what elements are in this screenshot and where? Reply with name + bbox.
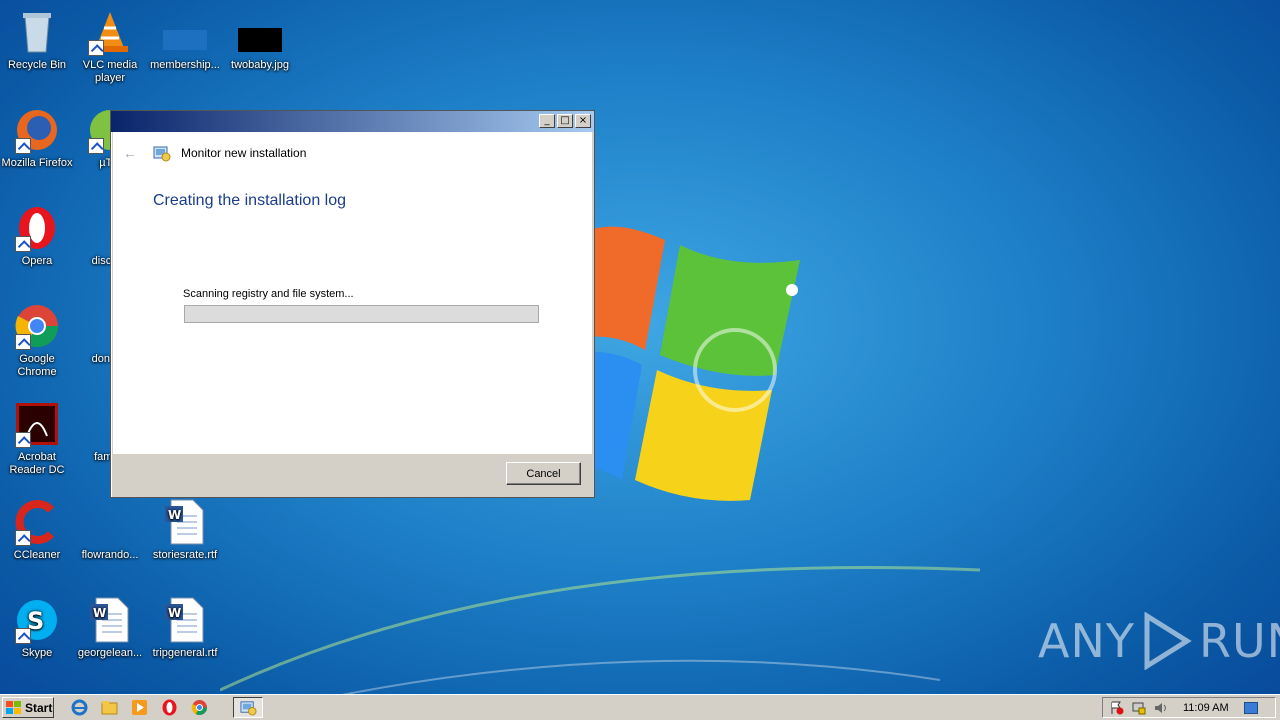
back-arrow-icon[interactable]: ← bbox=[123, 145, 143, 161]
start-label: Start bbox=[25, 700, 53, 715]
desktop-icon-membership[interactable]: membership... bbox=[148, 8, 222, 72]
network-icon[interactable] bbox=[1131, 700, 1147, 716]
maximize-button[interactable]: □ bbox=[557, 114, 573, 128]
desktop-icon-label: storiesrate.rtf bbox=[152, 549, 218, 561]
svg-text:W: W bbox=[168, 508, 181, 522]
internet-explorer-icon bbox=[71, 699, 87, 715]
installation-monitor-icon bbox=[153, 146, 171, 162]
desktop-icon-opera[interactable]: Opera bbox=[0, 204, 74, 268]
monitor-installation-window: _ □ × ← Monitor new installation Creatin… bbox=[110, 110, 595, 498]
word-document-icon: W bbox=[165, 499, 204, 545]
quicklaunch-explorer[interactable] bbox=[100, 698, 118, 716]
watermark-left: ANY bbox=[1038, 614, 1135, 668]
windows-flag-icon bbox=[6, 700, 21, 714]
anyrun-watermark: ANY RUN bbox=[1038, 612, 1280, 670]
wizard-title: Monitor new installation bbox=[181, 146, 307, 160]
desktop-icon-label: Skype bbox=[21, 647, 53, 659]
word-document-icon: W bbox=[165, 597, 204, 643]
quick-launch bbox=[70, 698, 208, 716]
chrome-icon bbox=[191, 699, 207, 715]
window-titlebar[interactable]: _ □ × bbox=[111, 111, 594, 132]
desktop-icon-chrome[interactable]: Google Chrome bbox=[0, 302, 74, 379]
desktop-icon-label: VLC media player bbox=[82, 59, 138, 84]
file-thumbnail-icon bbox=[163, 30, 207, 50]
wizard-content: ← Monitor new installation Creating the … bbox=[113, 132, 592, 454]
desktop-icon-vlc[interactable]: VLC media player bbox=[73, 8, 147, 85]
desktop-icon-firefox[interactable]: Mozilla Firefox bbox=[0, 106, 74, 170]
taskbar-item-monitor-installation[interactable] bbox=[233, 697, 263, 718]
quicklaunch-ie[interactable] bbox=[70, 698, 88, 716]
progress-bar bbox=[184, 305, 539, 323]
folder-icon bbox=[101, 700, 117, 714]
desktop-icon-label: membership... bbox=[150, 59, 220, 71]
word-document-icon: W bbox=[90, 597, 129, 643]
desktop-icon-acrobat[interactable]: Acrobat Reader DC bbox=[0, 400, 74, 477]
desktop-icon-georgelean[interactable]: W georgelean... bbox=[73, 596, 147, 660]
play-icon bbox=[1144, 612, 1192, 670]
start-button[interactable]: Start bbox=[2, 697, 54, 718]
action-center-flag-icon[interactable] bbox=[1109, 700, 1125, 716]
desktop-icon-label: Acrobat Reader DC bbox=[9, 451, 65, 476]
wallpaper-windows-logo bbox=[560, 226, 800, 501]
desktop-icon-ccleaner[interactable]: CCleaner bbox=[0, 498, 74, 562]
desktop-icon-flowrando[interactable]: flowrando... bbox=[73, 498, 147, 562]
volume-icon[interactable] bbox=[1153, 700, 1169, 716]
desktop-icon-label: flowrando... bbox=[81, 549, 139, 561]
system-tray: 11:09 AM bbox=[1102, 697, 1276, 718]
desktop-icon-twobaby[interactable]: twobaby.jpg bbox=[223, 8, 297, 72]
wallpaper-light-streak bbox=[220, 566, 980, 710]
desktop-icon-label: Recycle Bin bbox=[7, 59, 67, 71]
desktop-icon-label: CCleaner bbox=[13, 549, 61, 561]
status-text: Scanning registry and file system... bbox=[183, 288, 354, 300]
desktop-icon-recycle-bin[interactable]: Recycle Bin bbox=[0, 8, 74, 72]
cancel-button[interactable]: Cancel bbox=[506, 462, 581, 485]
desktop-icon-skype[interactable]: S Skype bbox=[0, 596, 74, 660]
desktop-icon-storiesrate[interactable]: W storiesrate.rtf bbox=[148, 498, 222, 562]
desktop-icon-label: Opera bbox=[21, 255, 53, 267]
desktop-icon-label: georgelean... bbox=[77, 647, 143, 659]
quicklaunch-chrome[interactable] bbox=[190, 698, 208, 716]
quicklaunch-media-player[interactable] bbox=[130, 698, 148, 716]
page-heading: Creating the installation log bbox=[153, 192, 347, 209]
quicklaunch-opera[interactable] bbox=[160, 698, 178, 716]
installation-monitor-icon bbox=[239, 701, 257, 716]
clock[interactable]: 11:09 AM bbox=[1183, 702, 1229, 714]
opera-icon bbox=[162, 699, 176, 715]
desktop-icon-label: twobaby.jpg bbox=[231, 59, 289, 71]
wizard-footer: Cancel bbox=[113, 454, 592, 495]
image-thumbnail-icon bbox=[238, 28, 282, 52]
desktop-icon-label: tripgeneral.rtf bbox=[152, 647, 218, 659]
desktop-icon-tripgeneral[interactable]: W tripgeneral.rtf bbox=[148, 596, 222, 660]
watermark-right: RUN bbox=[1198, 614, 1280, 668]
taskbar: Start ⌃ 11:09 AM bbox=[0, 694, 1280, 720]
recycle-bin-icon bbox=[23, 13, 51, 53]
desktop-icon-label: Google Chrome bbox=[17, 353, 57, 378]
svg-text:W: W bbox=[93, 606, 106, 620]
desktop-icon-label: Mozilla Firefox bbox=[1, 157, 73, 169]
show-desktop-icon[interactable] bbox=[1243, 700, 1259, 716]
minimize-button[interactable]: _ bbox=[539, 114, 555, 128]
close-button[interactable]: × bbox=[575, 114, 591, 128]
svg-text:W: W bbox=[168, 606, 181, 620]
media-player-icon bbox=[131, 699, 147, 715]
